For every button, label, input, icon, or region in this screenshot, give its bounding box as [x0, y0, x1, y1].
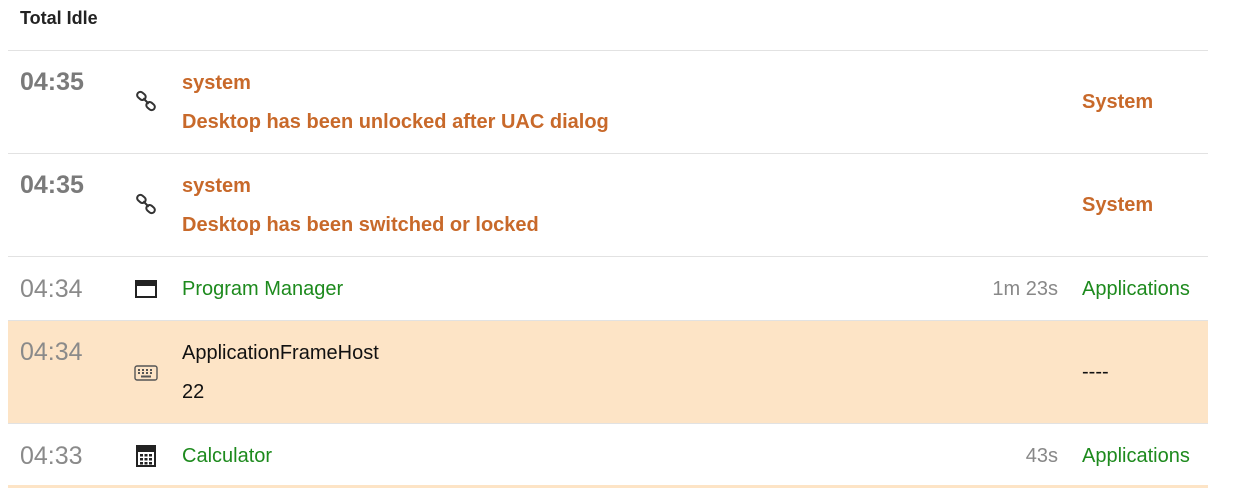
time-label: 04:33 — [20, 442, 83, 470]
process-name: ApplicationFrameHost — [182, 342, 379, 364]
calculator-icon — [134, 444, 158, 468]
time-label: 04:34 — [20, 275, 83, 303]
window-title: Desktop has been switched or locked — [182, 214, 539, 236]
duration-label: 1m 23s — [992, 278, 1058, 300]
window-title: 22 — [182, 381, 205, 403]
process-name: Program Manager — [182, 278, 344, 300]
duration-label: 43s — [1025, 445, 1058, 467]
keyboard-icon — [134, 361, 158, 385]
category-label[interactable]: Applications — [1082, 445, 1190, 468]
time-label: 04:34 — [20, 338, 83, 366]
time-label: 04:35 — [20, 171, 84, 199]
category-label[interactable]: ---- — [1082, 361, 1109, 384]
window-title: Desktop has been unlocked after UAC dial… — [182, 111, 609, 133]
process-name: system — [182, 175, 251, 197]
section-title: Total Idle — [20, 8, 98, 28]
window-icon — [134, 277, 158, 301]
category-label[interactable]: System — [1082, 194, 1153, 217]
process-name: system — [182, 72, 251, 94]
link-icon — [134, 192, 158, 216]
category-label[interactable]: System — [1082, 91, 1153, 114]
category-label[interactable]: Applications — [1082, 278, 1190, 301]
activity-row[interactable]: 04:33 Calculator 43s Applications — [8, 424, 1208, 488]
link-icon — [134, 89, 158, 113]
activity-row[interactable]: 04:35 system Desktop has been unlocked a… — [8, 51, 1208, 154]
time-label: 04:35 — [20, 68, 84, 96]
process-name: Calculator — [182, 445, 273, 467]
activity-row[interactable]: 04:35 system Desktop has been switched o… — [8, 154, 1208, 257]
activity-row[interactable]: 04:34 Program Manager 1m 23s Application… — [8, 257, 1208, 321]
activity-row[interactable]: 04:34 ApplicationFrameHost 22 ---- — [8, 321, 1208, 424]
